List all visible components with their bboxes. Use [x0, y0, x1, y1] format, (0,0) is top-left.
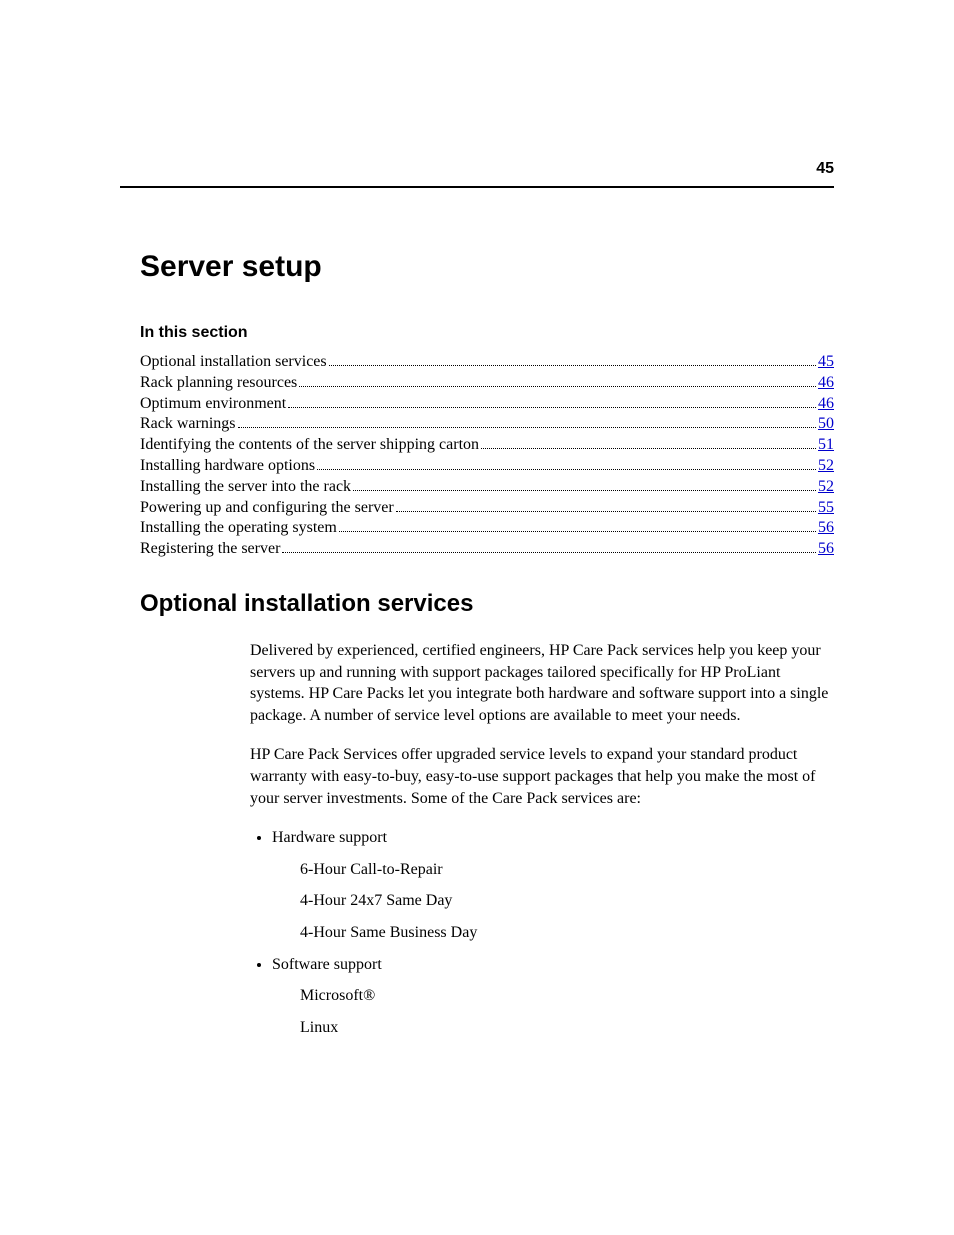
- toc-row: Installing the operating system 56: [140, 518, 834, 539]
- toc-label: Installing hardware options: [140, 456, 315, 477]
- toc-label: Optional installation services: [140, 352, 327, 373]
- toc-page-link[interactable]: 55: [818, 498, 834, 519]
- page-number: 45: [816, 160, 834, 178]
- toc-leader-dots: [353, 477, 816, 491]
- toc-leader-dots: [329, 352, 816, 366]
- chapter-title: Server setup: [140, 250, 834, 284]
- body-content: Delivered by experienced, certified engi…: [250, 640, 834, 1038]
- toc-label: Registering the server: [140, 539, 280, 560]
- toc-page-link[interactable]: 56: [818, 518, 834, 539]
- sub-list-item: 6-Hour Call-to-Repair: [300, 859, 834, 881]
- toc-row: Registering the server 56: [140, 539, 834, 560]
- bullet-item: Software support Microsoft® Linux: [272, 954, 834, 1039]
- toc-row: Installing the server into the rack 52: [140, 477, 834, 498]
- header-rule: [120, 186, 834, 188]
- toc-leader-dots: [288, 394, 816, 408]
- bullet-list: Hardware support 6-Hour Call-to-Repair 4-H…: [250, 827, 834, 1038]
- document-page: 45 Server setup In this section Optional…: [0, 0, 954, 1235]
- toc-row: Rack warnings 50: [140, 414, 834, 435]
- toc-leader-dots: [317, 456, 816, 470]
- toc-label: Rack planning resources: [140, 373, 297, 394]
- toc-leader-dots: [299, 373, 816, 387]
- paragraph: HP Care Pack Services offer upgraded ser…: [250, 744, 834, 809]
- table-of-contents: Optional installation services45Rack pla…: [140, 352, 834, 560]
- sub-list-item: Microsoft®: [300, 985, 834, 1007]
- toc-row: Optimum environment 46: [140, 394, 834, 415]
- toc-page-link[interactable]: 52: [818, 456, 834, 477]
- toc-leader-dots: [238, 415, 816, 429]
- sub-list-item: Linux: [300, 1017, 834, 1039]
- toc-label: Powering up and configuring the server: [140, 498, 394, 519]
- toc-label: Installing the server into the rack: [140, 477, 351, 498]
- bullet-label: Software support: [272, 956, 382, 973]
- toc-label: Identifying the contents of the server s…: [140, 435, 479, 456]
- toc-page-link[interactable]: 56: [818, 539, 834, 560]
- toc-page-link[interactable]: 46: [818, 373, 834, 394]
- toc-row: Identifying the contents of the server s…: [140, 435, 834, 456]
- toc-page-link[interactable]: 45: [818, 352, 834, 373]
- toc-row: Optional installation services 45: [140, 352, 834, 373]
- toc-leader-dots: [282, 539, 816, 553]
- in-this-section-label: In this section: [140, 324, 834, 342]
- toc-page-link[interactable]: 50: [818, 414, 834, 435]
- toc-leader-dots: [339, 519, 816, 533]
- paragraph: Delivered by experienced, certified engi…: [250, 640, 834, 726]
- toc-leader-dots: [396, 498, 816, 512]
- toc-row: Rack planning resources 46: [140, 373, 834, 394]
- toc-page-link[interactable]: 52: [818, 477, 834, 498]
- toc-page-link[interactable]: 51: [818, 435, 834, 456]
- sub-list-item: 4-Hour Same Business Day: [300, 922, 834, 944]
- toc-label: Rack warnings: [140, 414, 236, 435]
- toc-page-link[interactable]: 46: [818, 394, 834, 415]
- bullet-item: Hardware support 6-Hour Call-to-Repair 4-H…: [272, 827, 834, 943]
- toc-label: Installing the operating system: [140, 518, 337, 539]
- toc-leader-dots: [481, 435, 816, 449]
- section-heading: Optional installation services: [140, 590, 834, 618]
- sub-list: 6-Hour Call-to-Repair 4-Hour 24x7 Same Da…: [272, 859, 834, 944]
- toc-label: Optimum environment: [140, 394, 286, 415]
- sub-list-item: 4-Hour 24x7 Same Day: [300, 890, 834, 912]
- toc-row: Powering up and configuring the server 55: [140, 498, 834, 519]
- toc-row: Installing hardware options 52: [140, 456, 834, 477]
- sub-list: Microsoft® Linux: [272, 985, 834, 1038]
- bullet-label: Hardware support: [272, 829, 387, 846]
